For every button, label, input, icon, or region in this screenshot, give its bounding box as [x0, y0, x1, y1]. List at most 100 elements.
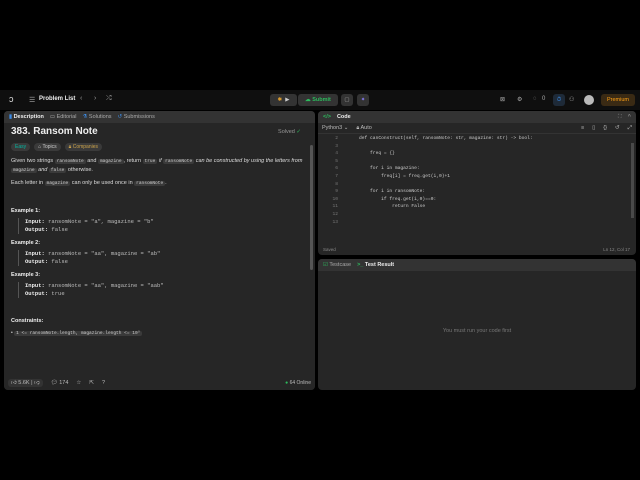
code-chip: false [48, 168, 67, 173]
shuffle-icon[interactable]: ⤮ [106, 95, 112, 103]
companies-tag[interactable]: 🔒︎ Companies [64, 143, 102, 151]
text: can only be used once in [70, 180, 135, 186]
comments-button[interactable]: 💬︎ 174 [51, 380, 69, 386]
leetcode-logo-icon[interactable]: ↄ [9, 94, 14, 104]
input-value: ransomNote = "aa", magazine = "ab" [48, 250, 161, 257]
input-label: Input: [25, 218, 45, 225]
submit-button[interactable]: ☁ Submit [298, 94, 338, 106]
code-chip: magazine [44, 181, 71, 186]
prev-problem-icon[interactable]: ‹ [80, 95, 82, 102]
tab-description[interactable]: ▮ Description [9, 114, 44, 120]
line-number: 13 [332, 219, 338, 225]
code-line: 5 [318, 158, 636, 166]
code-chip: magazine [11, 168, 37, 173]
example-2: Example 2: Input: ransomNote = "aa", mag… [11, 240, 308, 266]
book-icon: ▭ [49, 114, 56, 120]
solved-status: Solved ✓ [278, 129, 301, 135]
bookmark-icon[interactable]: ▯ [592, 125, 595, 131]
ai-button[interactable]: ✦ [357, 94, 369, 106]
braces-icon[interactable]: {} [603, 125, 607, 131]
debug-icon[interactable]: ✱ [278, 97, 283, 103]
editor-scrollbar[interactable] [631, 143, 634, 218]
add-friend-icon[interactable]: ⚇ [569, 96, 574, 103]
line-number: 8 [335, 181, 338, 187]
code-line: 13 [318, 219, 636, 227]
notes-button[interactable]: ▢ [341, 94, 353, 106]
topics-label: Topics [42, 144, 57, 150]
run-button[interactable]: ▶ [285, 97, 289, 103]
help-icon[interactable]: ? [102, 380, 105, 386]
streak-icon[interactable]: ◌ [533, 96, 537, 102]
input-value: ransomNote = "a", magazine = "b" [48, 218, 154, 225]
tab-label: Description [13, 114, 44, 120]
problem-list-link[interactable]: Problem List [39, 96, 75, 102]
flask-icon: ⚗ [82, 114, 88, 120]
auto-save-indicator: 🔒︎ Auto [356, 124, 372, 131]
format-icon[interactable]: ≡ [581, 125, 584, 131]
layout-icon[interactable]: ⊠ [500, 96, 505, 103]
like-button[interactable]: 👍︎ 5.6K | 👎︎ [8, 378, 43, 387]
reset-icon[interactable]: ↺ [615, 125, 620, 131]
code-editor[interactable]: 2 def canConstruct(self, ransomNote: str… [318, 134, 636, 226]
comment-count: 174 [59, 379, 69, 386]
fullscreen-icon[interactable]: ⤢ [628, 125, 632, 132]
example-title: Example 2: [11, 240, 41, 246]
streak-count: 0 [542, 96, 546, 102]
auto-label: Auto [360, 124, 372, 131]
line-text: freq = {} [348, 151, 395, 157]
settings-icon[interactable]: ⚙ [517, 96, 522, 103]
avatar[interactable] [584, 95, 594, 105]
line-number: 2 [335, 136, 338, 141]
history-icon: ↺ [117, 114, 123, 120]
maximize-icon[interactable]: ⛶ [618, 114, 622, 121]
line-number: 11 [332, 204, 338, 210]
share-icon[interactable]: ⇱ [89, 380, 94, 386]
line-number: 7 [335, 173, 338, 179]
text: otherwise. [66, 167, 93, 173]
tab-solutions[interactable]: ⚗ Solutions [82, 114, 111, 120]
code-chip: ransomNote [163, 159, 195, 164]
description-tabs: ▮ Description ▭ Editorial ⚗ Solutions ↺ … [4, 111, 315, 123]
code-line: 3 [318, 143, 636, 151]
line-number: 4 [335, 151, 338, 157]
terminal-icon: >_ [357, 262, 364, 268]
line-number: 12 [332, 211, 338, 217]
line-text: for i in magazine: [348, 166, 420, 172]
output-label: Output: [25, 290, 49, 297]
text: Each letter in [11, 180, 45, 186]
problem-title[interactable]: 383. Ransom Note [11, 126, 308, 137]
topics-tag[interactable]: ⌂ Topics [34, 143, 61, 151]
dislike-icon[interactable]: 👎︎ [34, 380, 40, 386]
premium-button[interactable]: Premium [601, 94, 635, 106]
next-problem-icon[interactable]: › [94, 95, 96, 102]
code-chip: true [142, 159, 158, 164]
code-line: 9 for i in ransomNote: [318, 188, 636, 196]
debug-run-group: ✱ ▶ [270, 94, 297, 106]
description-panel: ▮ Description ▭ Editorial ⚗ Solutions ↺ … [4, 111, 315, 390]
tab-label: Solutions [88, 114, 112, 120]
collapse-icon[interactable]: ^ [628, 114, 631, 120]
code-chip: ransomNote [54, 159, 86, 164]
code-panel: </> Code ⛶ ^ Python3 ⌄ 🔒︎ Auto ≡ ▯ {} ↺ ⤢ 2 def… [318, 111, 636, 255]
line-text: def canConstruct(self, ransomNote: str, … [348, 136, 533, 141]
timer-button[interactable]: ⏱ [553, 94, 565, 106]
tab-submissions[interactable]: ↺ Submissions [118, 114, 155, 120]
editor-toolbar: Python3 ⌄ 🔒︎ Auto ≡ ▯ {} ↺ ⤢ [318, 123, 636, 134]
text: and [36, 167, 49, 173]
code-header: </> Code ⛶ ^ [318, 111, 636, 123]
tab-editorial[interactable]: ▭ Editorial [50, 114, 77, 120]
scrollbar[interactable] [310, 145, 313, 270]
star-icon[interactable]: ☆ [76, 380, 81, 386]
tab-label: Test Result [364, 262, 395, 268]
line-number: 6 [335, 166, 338, 172]
tab-testcase[interactable]: ☑ Testcase [323, 262, 351, 268]
description-content: 383. Ransom Note Solved ✓ Easy ⌂ Topics … [4, 123, 315, 375]
difficulty-badge: Easy [11, 143, 31, 151]
companies-label: Companies [72, 144, 98, 150]
code-icon: </> [323, 114, 331, 120]
list-icon: ☰ [29, 97, 36, 104]
tab-label: Testcase [329, 262, 352, 268]
tab-test-result[interactable]: >_ Test Result [357, 262, 394, 268]
language-select[interactable]: Python3 ⌄ [322, 125, 348, 131]
code-line: 8 [318, 181, 636, 189]
